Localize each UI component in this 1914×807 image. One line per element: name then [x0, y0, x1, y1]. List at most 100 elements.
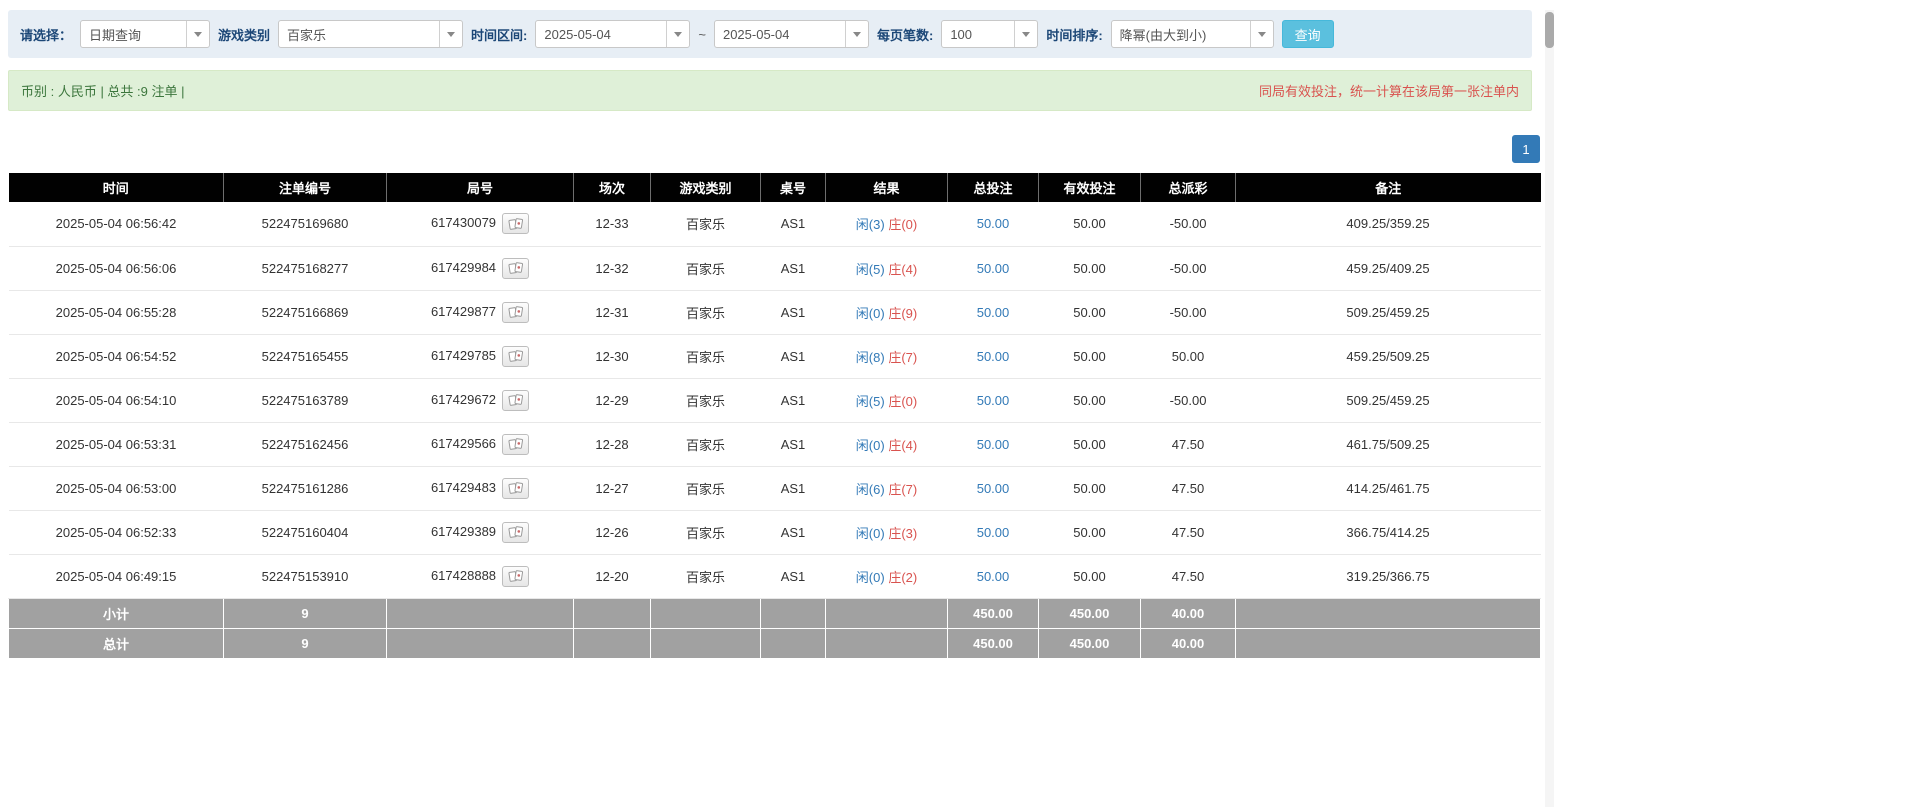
cell-round-no: 617429877 — [387, 290, 574, 334]
date-to-select[interactable]: 2025-05-04 — [714, 20, 869, 48]
round-cards-icon[interactable] — [502, 566, 529, 587]
total-bet-link[interactable]: 50.00 — [977, 349, 1010, 364]
total-bet-link[interactable]: 50.00 — [977, 216, 1010, 231]
cell-payout: 47.50 — [1141, 554, 1236, 598]
empty-cell — [651, 598, 761, 628]
cell-valid-bet: 50.00 — [1039, 290, 1141, 334]
banker-result: 庄(2) — [888, 570, 917, 585]
table-row: 2025-05-04 06:53:31 522475162456 6174295… — [9, 422, 1541, 466]
filter-bar: 请选择： 日期查询 游戏类别 百家乐 时间区间: 2025-05-04 ~ 20… — [8, 10, 1532, 58]
subtotal-row: 小计 9 450.00 450.00 40.00 — [9, 598, 1541, 628]
cell-round-no: 617429984 — [387, 246, 574, 290]
cell-total-bet: 50.00 — [948, 422, 1039, 466]
cell-valid-bet: 50.00 — [1039, 246, 1141, 290]
col-time: 时间 — [9, 173, 224, 202]
cell-remark: 409.25/359.25 — [1236, 202, 1541, 246]
empty-cell — [387, 628, 574, 658]
cell-session: 12-30 — [574, 334, 651, 378]
page-size-select[interactable]: 100 — [941, 20, 1038, 48]
game-category-select[interactable]: 百家乐 — [278, 20, 463, 48]
cell-bet-no: 522475166869 — [224, 290, 387, 334]
round-cards-icon[interactable] — [502, 478, 529, 499]
total-bet-link[interactable]: 50.00 — [977, 393, 1010, 408]
cell-remark: 461.75/509.25 — [1236, 422, 1541, 466]
table-row: 2025-05-04 06:56:06 522475168277 6174299… — [9, 246, 1541, 290]
banker-result: 庄(7) — [888, 350, 917, 365]
cell-total-bet: 50.00 — [948, 510, 1039, 554]
total-label: 总计 — [9, 628, 224, 658]
total-bet-link[interactable]: 50.00 — [977, 261, 1010, 276]
cell-remark: 509.25/459.25 — [1236, 378, 1541, 422]
cell-remark: 459.25/409.25 — [1236, 246, 1541, 290]
round-cards-icon[interactable] — [502, 346, 529, 367]
cell-round-no: 617429566 — [387, 422, 574, 466]
round-cards-icon[interactable] — [502, 390, 529, 411]
page-size-value: 100 — [942, 27, 972, 42]
banker-result: 庄(0) — [888, 217, 917, 232]
round-cards-icon[interactable] — [502, 258, 529, 279]
cell-table-no: AS1 — [761, 466, 826, 510]
cell-bet-no: 522475162456 — [224, 422, 387, 466]
cell-session: 12-32 — [574, 246, 651, 290]
col-game-category: 游戏类别 — [651, 173, 761, 202]
round-cards-icon[interactable] — [502, 302, 529, 323]
page-button-1[interactable]: 1 — [1512, 135, 1540, 163]
bet-records-table: 时间 注单编号 局号 场次 游戏类别 桌号 结果 总投注 有效投注 总派彩 备注… — [8, 173, 1541, 659]
cell-table-no: AS1 — [761, 334, 826, 378]
cell-time: 2025-05-04 06:52:33 — [9, 510, 224, 554]
query-button[interactable]: 查询 — [1282, 20, 1334, 48]
sort-order-value: 降幂(由大到小) — [1112, 25, 1207, 44]
table-row: 2025-05-04 06:54:10 522475163789 6174296… — [9, 378, 1541, 422]
cell-time: 2025-05-04 06:56:42 — [9, 202, 224, 246]
cell-result: 闲(3) 庄(0) — [826, 202, 948, 246]
cell-game-category: 百家乐 — [651, 202, 761, 246]
cell-valid-bet: 50.00 — [1039, 554, 1141, 598]
cell-round-no: 617429672 — [387, 378, 574, 422]
cell-round-no: 617429389 — [387, 510, 574, 554]
total-bet-link[interactable]: 50.00 — [977, 305, 1010, 320]
currency-total-text: 币别 : 人民币 | 总共 :9 注单 | — [21, 81, 185, 100]
cell-payout: -50.00 — [1141, 202, 1236, 246]
cell-total-bet: 50.00 — [948, 246, 1039, 290]
total-row: 总计 9 450.00 450.00 40.00 — [9, 628, 1541, 658]
total-count: 9 — [224, 628, 387, 658]
table-row: 2025-05-04 06:56:42 522475169680 6174300… — [9, 202, 1541, 246]
empty-cell — [761, 598, 826, 628]
table-row: 2025-05-04 06:49:15 522475153910 6174288… — [9, 554, 1541, 598]
cell-game-category: 百家乐 — [651, 334, 761, 378]
banker-result: 庄(4) — [888, 438, 917, 453]
cell-session: 12-31 — [574, 290, 651, 334]
cell-time: 2025-05-04 06:55:28 — [9, 290, 224, 334]
total-bet-link[interactable]: 50.00 — [977, 481, 1010, 496]
cell-remark: 509.25/459.25 — [1236, 290, 1541, 334]
round-cards-icon[interactable] — [502, 522, 529, 543]
total-valid-bet: 450.00 — [1039, 628, 1141, 658]
col-result: 结果 — [826, 173, 948, 202]
total-bet-link[interactable]: 50.00 — [977, 525, 1010, 540]
round-cards-icon[interactable] — [502, 434, 529, 455]
query-type-select[interactable]: 日期查询 — [80, 20, 210, 48]
total-bet-link[interactable]: 50.00 — [977, 569, 1010, 584]
round-cards-icon[interactable] — [502, 213, 529, 234]
col-remark: 备注 — [1236, 173, 1541, 202]
total-bet-link[interactable]: 50.00 — [977, 437, 1010, 452]
col-table-no: 桌号 — [761, 173, 826, 202]
scrollbar-thumb[interactable] — [1545, 12, 1554, 48]
round-no-text: 617429483 — [431, 479, 496, 494]
cell-payout: -50.00 — [1141, 378, 1236, 422]
cell-time: 2025-05-04 06:49:15 — [9, 554, 224, 598]
col-valid-bet: 有效投注 — [1039, 173, 1141, 202]
sort-order-select[interactable]: 降幂(由大到小) — [1111, 20, 1274, 48]
vertical-scrollbar[interactable] — [1545, 10, 1554, 807]
cell-round-no: 617429785 — [387, 334, 574, 378]
cell-result: 闲(5) 庄(0) — [826, 378, 948, 422]
date-from-select[interactable]: 2025-05-04 — [535, 20, 690, 48]
cell-result: 闲(5) 庄(4) — [826, 246, 948, 290]
player-result: 闲(8) — [856, 350, 885, 365]
cell-round-no: 617429483 — [387, 466, 574, 510]
cell-result: 闲(0) 庄(4) — [826, 422, 948, 466]
chevron-down-icon — [845, 21, 868, 47]
query-type-label: 请选择： — [20, 25, 72, 44]
total-total-bet: 450.00 — [948, 628, 1039, 658]
cell-valid-bet: 50.00 — [1039, 378, 1141, 422]
